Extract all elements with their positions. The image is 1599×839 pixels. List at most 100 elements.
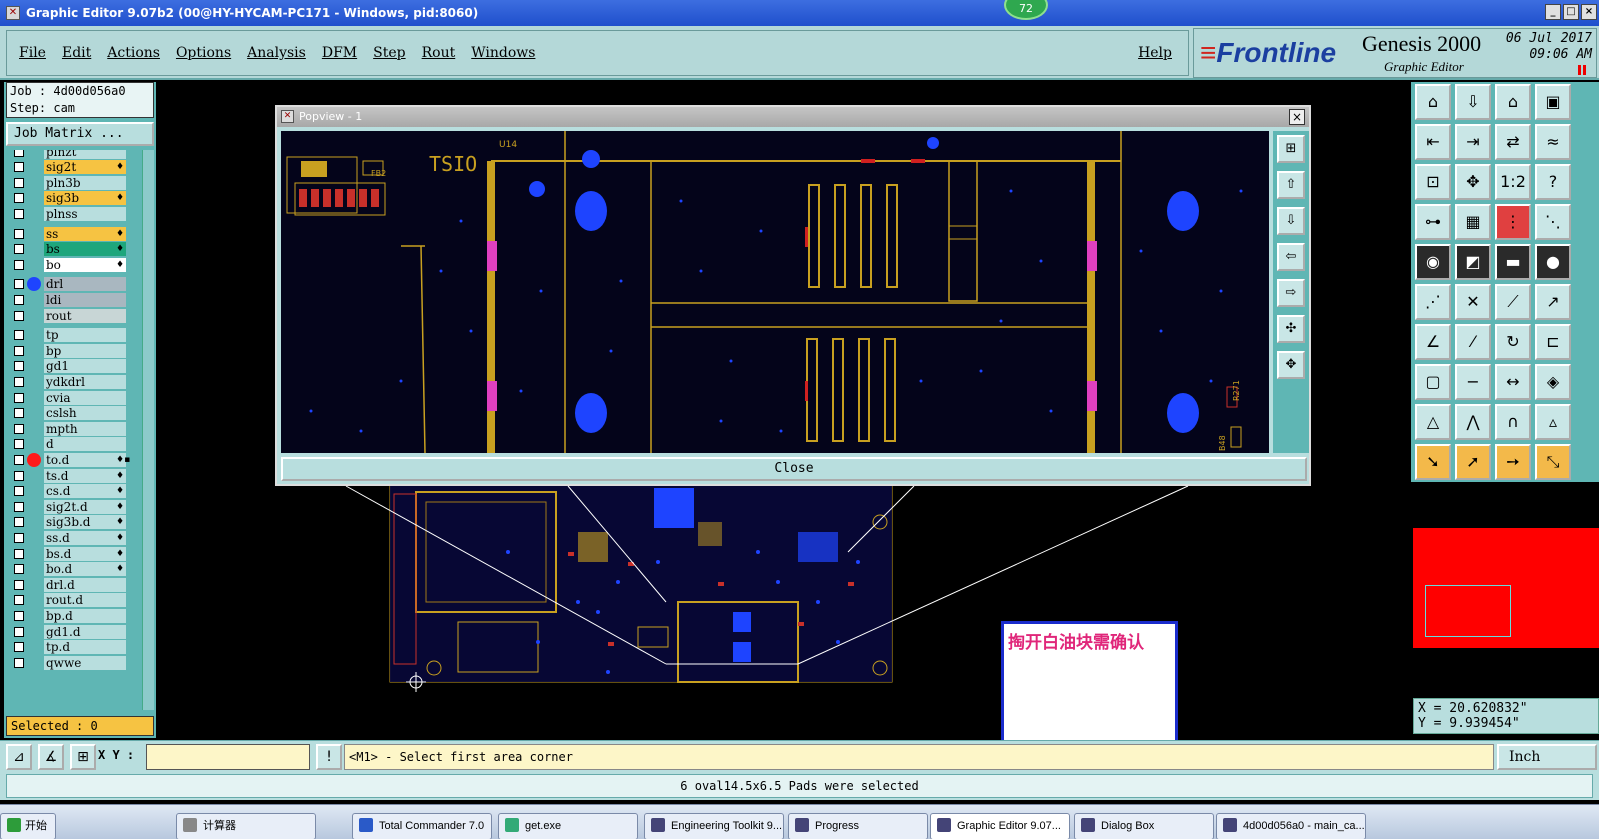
layer-name[interactable]: bo.d [44, 562, 126, 577]
job-matrix-button[interactable]: Job Matrix ... [6, 122, 154, 146]
layer-row[interactable]: sig2t.d ♦ [6, 499, 142, 514]
maximize-button[interactable]: □ [1563, 4, 1579, 20]
redraw-icon[interactable]: ≈ [1535, 124, 1571, 160]
layer-row[interactable]: qwwe [6, 655, 142, 670]
overview-preview[interactable] [1413, 528, 1599, 648]
layer-checkbox[interactable] [14, 244, 24, 255]
layer-checkbox[interactable] [14, 177, 24, 188]
layer-checkbox[interactable] [14, 439, 24, 450]
menu-file[interactable]: File [19, 45, 46, 61]
layer-row[interactable]: ss ♦ [6, 226, 142, 241]
layer-row[interactable]: plnss [6, 206, 142, 221]
menu-options[interactable]: Options [176, 45, 231, 61]
layer-row[interactable]: d [6, 437, 142, 452]
select-feature-icon[interactable]: ◉ [1415, 244, 1451, 280]
help-icon[interactable]: ? [1535, 164, 1571, 200]
start-button[interactable]: 开始 [0, 813, 56, 839]
layer-name[interactable]: plnss [44, 206, 126, 221]
slash-icon[interactable]: ⁄ [1455, 324, 1491, 360]
zoom-fit-icon[interactable]: ⊡ [1415, 164, 1451, 200]
layer-name[interactable]: drl.d [44, 577, 126, 592]
layer-name[interactable]: sig3b [44, 191, 126, 206]
layer-row[interactable]: plnzt [6, 150, 142, 159]
layer-name[interactable]: gd1.d [44, 624, 126, 639]
layer-checkbox[interactable] [14, 454, 24, 465]
layer-checkbox[interactable] [14, 193, 24, 204]
layer-checkbox[interactable] [14, 610, 24, 621]
popview-pan-right-icon[interactable]: ⇨ [1277, 279, 1305, 307]
pointer-box-icon[interactable]: ➚ [1455, 444, 1491, 480]
layer-checkbox[interactable] [14, 376, 24, 387]
layer-row[interactable]: bp.d [6, 608, 142, 623]
layer-row[interactable]: drl.d [6, 577, 142, 592]
layer-name[interactable]: sig2t.d [44, 499, 126, 514]
layer-row[interactable]: cs.d ♦ [6, 484, 142, 499]
layer-checkbox[interactable] [14, 294, 24, 305]
menu-rout[interactable]: Rout [422, 45, 456, 61]
scale-icon[interactable]: 1:2 [1495, 164, 1531, 200]
point-icon[interactable]: ● [1535, 244, 1571, 280]
layer-name[interactable]: bo [44, 257, 126, 272]
menu-help[interactable]: Help [1138, 45, 1172, 61]
layer-name[interactable]: ts.d [44, 468, 126, 483]
layer-row[interactable]: sig2t ♦ [6, 160, 142, 175]
popview-titlebar[interactable]: ✕ Popview - 1 [277, 107, 1309, 127]
layer-name[interactable]: gd1 [44, 359, 126, 374]
layer-row[interactable]: ss.d ♦ [6, 530, 142, 545]
grid-icon[interactable]: ▦ [1455, 204, 1491, 240]
layer-row[interactable]: tp.d [6, 640, 142, 655]
layer-checkbox[interactable] [14, 408, 24, 419]
cross-icon[interactable]: ✕ [1455, 284, 1491, 320]
layer-checkbox[interactable] [14, 279, 24, 290]
layer-checkbox[interactable] [14, 579, 24, 590]
task-calculator[interactable]: 计算器 [176, 813, 316, 839]
layer-checkbox[interactable] [14, 564, 24, 575]
menu-step[interactable]: Step [373, 45, 405, 61]
pan-right-icon[interactable]: ⇥ [1455, 124, 1491, 160]
layer-name[interactable]: sig2t [44, 160, 126, 175]
group-icon[interactable]: ◈ [1535, 364, 1571, 400]
layer-row[interactable]: ldi [6, 292, 142, 307]
layer-name[interactable]: rout.d [44, 593, 126, 608]
layer-row[interactable]: gd1 [6, 359, 142, 374]
menu-edit[interactable]: Edit [62, 45, 91, 61]
swap-icon[interactable]: ⇄ [1495, 124, 1531, 160]
layer-row[interactable]: cslsh [6, 406, 142, 421]
layer-name[interactable]: ydkdrl [44, 374, 126, 389]
zoom-down-icon[interactable]: ⇩ [1455, 84, 1491, 120]
layer-row[interactable]: ts.d ♦ [6, 468, 142, 483]
arc-icon[interactable]: ↻ [1495, 324, 1531, 360]
task-main-cam[interactable]: 4d00d056a0 - main_ca... [1216, 813, 1366, 839]
popview-close-button[interactable]: Close [281, 457, 1307, 481]
grid-toggle-icon[interactable]: ⊞ [70, 744, 96, 770]
xy-input[interactable] [146, 744, 310, 770]
peak-icon[interactable]: ⋀ [1455, 404, 1491, 440]
layer-name[interactable]: cvia [44, 390, 126, 405]
popview-pan-up-icon[interactable]: ⇧ [1277, 171, 1305, 199]
screen-icon[interactable]: ▣ [1535, 84, 1571, 120]
layer-row[interactable]: sig3b.d ♦ [6, 515, 142, 530]
menu-windows[interactable]: Windows [471, 45, 535, 61]
layer-row[interactable]: to.d ♦▪ [6, 452, 142, 467]
layer-row[interactable]: mpth [6, 421, 142, 436]
popview-zoom-out-icon[interactable]: ✥ [1277, 351, 1305, 379]
popview-pan-down-icon[interactable]: ⇩ [1277, 207, 1305, 235]
snap-icon[interactable]: ⋮ [1495, 204, 1531, 240]
layer-row[interactable]: ydkdrl [6, 374, 142, 389]
layer-row[interactable]: bp [6, 343, 142, 358]
layer-row[interactable]: tp [6, 328, 142, 343]
angle-icon[interactable]: ∠ [1415, 324, 1451, 360]
layer-row[interactable]: rout.d [6, 593, 142, 608]
popview-close-icon[interactable]: × [1289, 109, 1305, 125]
layer-name[interactable]: bs [44, 242, 126, 257]
layer-checkbox[interactable] [14, 330, 24, 341]
layer-checkbox[interactable] [14, 532, 24, 543]
layer-checkbox[interactable] [14, 392, 24, 403]
layer-name[interactable]: drl [44, 277, 126, 292]
layer-row[interactable]: cvia [6, 390, 142, 405]
minus-icon[interactable]: − [1455, 364, 1491, 400]
triangle-icon[interactable]: △ [1415, 404, 1451, 440]
net-icon[interactable]: ⋱ [1535, 204, 1571, 240]
layer-row[interactable]: gd1.d [6, 624, 142, 639]
layer-name[interactable]: bs.d [44, 546, 126, 561]
